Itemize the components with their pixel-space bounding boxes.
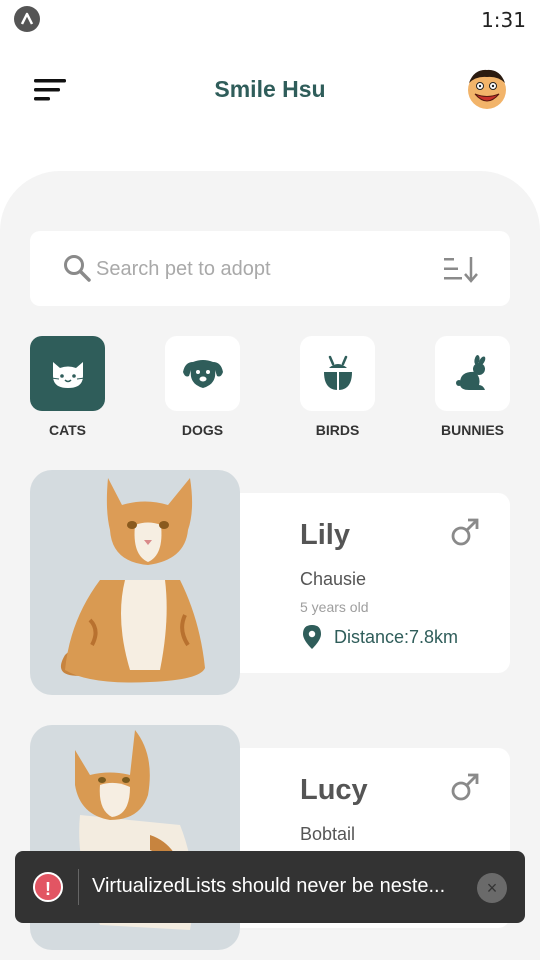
avatar[interactable] (464, 66, 510, 112)
category-label: CATS (48, 422, 87, 438)
male-icon (450, 517, 480, 547)
error-toast[interactable]: ! VirtualizedLists should never be neste… (15, 851, 525, 923)
pet-info-card: Lily Chausie 5 years old Distance:7.8km (220, 493, 510, 673)
cat-icon (50, 361, 85, 388)
search-icon (62, 253, 92, 283)
category-label: BUNNIES (440, 422, 504, 438)
category-tile (30, 336, 105, 411)
bird-icon (323, 355, 352, 390)
male-icon (450, 772, 480, 802)
close-icon[interactable]: × (477, 873, 507, 903)
error-icon: ! (33, 872, 63, 902)
category-tile (165, 336, 240, 411)
category-label: DOGS (181, 422, 224, 438)
category-dogs[interactable]: DOGS (165, 336, 240, 438)
status-time: 1:31 (481, 8, 526, 32)
screen: 1:31 Smile Hsu Search pet to adopt CATS … (0, 0, 540, 960)
cat-photo (60, 478, 205, 683)
category-tile (300, 336, 375, 411)
category-bunnies[interactable]: BUNNIES (435, 336, 510, 438)
category-cats[interactable]: CATS (30, 336, 105, 438)
toast-divider (78, 869, 79, 905)
pet-card-lily[interactable]: Lily Chausie 5 years old Distance:7.8km (30, 470, 510, 695)
pet-photo (30, 470, 240, 695)
pet-name: Lucy (300, 774, 368, 806)
expo-icon (14, 6, 40, 32)
search-bar (30, 231, 510, 306)
sort-icon[interactable] (444, 255, 478, 283)
pet-breed: Bobtail (300, 824, 356, 844)
header: Smile Hsu (0, 60, 540, 120)
category-birds[interactable]: BIRDS (300, 336, 375, 438)
page-title: Smile Hsu (214, 76, 326, 102)
location-pin-icon (302, 625, 322, 649)
rabbit-icon (455, 354, 485, 390)
category-tile (435, 336, 510, 411)
status-bar: 1:31 (0, 0, 540, 38)
search-input[interactable] (96, 255, 416, 283)
pet-name: Lily (300, 519, 350, 551)
pet-age: 5 years old (300, 599, 369, 615)
dog-icon (182, 359, 223, 388)
toast-message: VirtualizedLists should never be neste..… (92, 875, 446, 897)
category-label: BIRDS (315, 422, 360, 438)
pet-breed: Chausie (300, 569, 367, 589)
pet-distance: Distance:7.8km (334, 627, 459, 647)
